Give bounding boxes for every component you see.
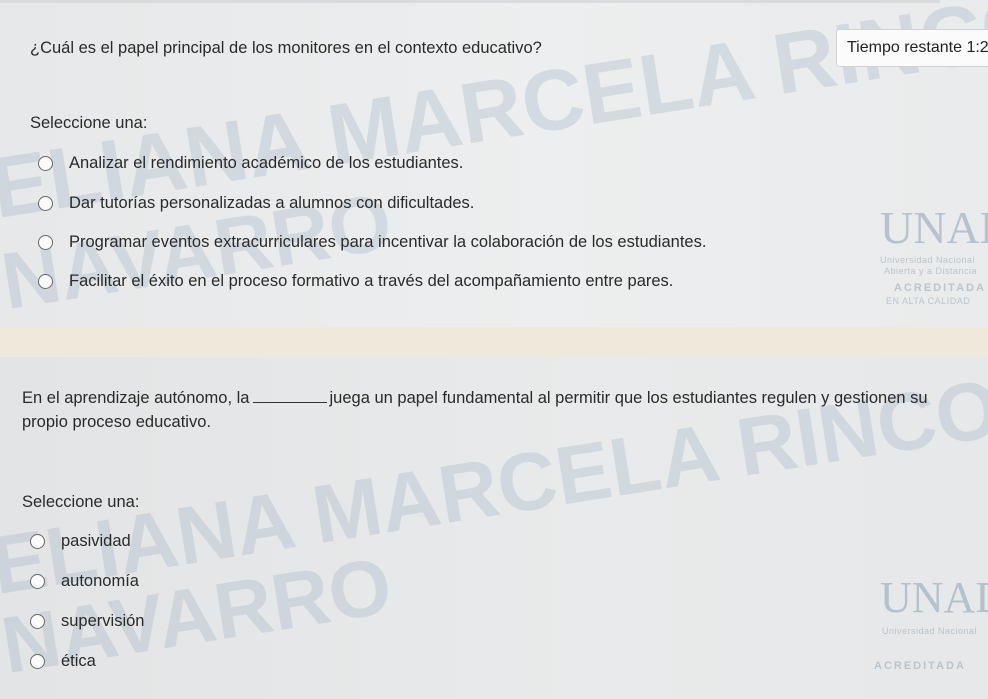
option-label: supervisión bbox=[61, 612, 145, 630]
radio-button[interactable] bbox=[30, 534, 45, 549]
question-2-option-4[interactable]: ética bbox=[30, 652, 96, 671]
question-1-select-label: Seleccione una: bbox=[30, 114, 148, 132]
question-1-option-1[interactable]: Analizar el rendimiento académico de los… bbox=[38, 154, 463, 173]
option-label: autonomía bbox=[61, 572, 139, 590]
time-remaining-badge: Tiempo restante 1:2 bbox=[836, 29, 988, 67]
radio-button[interactable] bbox=[30, 614, 45, 629]
quiz-page: ELIANA MARCELA RINCON NAVARRO ELIANA MAR… bbox=[0, 0, 988, 699]
fill-in-blank bbox=[252, 388, 327, 403]
option-label: ética bbox=[61, 652, 96, 670]
radio-button[interactable] bbox=[30, 654, 45, 669]
question-separator bbox=[0, 327, 988, 357]
question-1-text: ¿Cuál es el papel principal de los monit… bbox=[30, 39, 542, 57]
option-label: Dar tutorías personalizadas a alumnos co… bbox=[69, 194, 475, 212]
radio-button[interactable] bbox=[38, 156, 53, 171]
question-2-option-2[interactable]: autonomía bbox=[30, 572, 139, 591]
question-2-option-3[interactable]: supervisión bbox=[30, 612, 144, 631]
question-2-text-before: En el aprendizaje autónomo, la bbox=[22, 389, 250, 407]
time-remaining-label: Tiempo restante 1:2 bbox=[847, 39, 988, 56]
option-label: pasividad bbox=[61, 532, 131, 550]
question-2-text-line2: propio proceso educativo. bbox=[22, 413, 211, 431]
question-2-select-label: Seleccione una: bbox=[22, 493, 140, 511]
radio-button[interactable] bbox=[38, 196, 53, 211]
radio-button[interactable] bbox=[30, 574, 45, 589]
radio-button[interactable] bbox=[38, 274, 53, 289]
question-1-option-4[interactable]: Facilitar el éxito en el proceso formati… bbox=[38, 272, 673, 291]
question-1-option-3[interactable]: Programar eventos extracurriculares para… bbox=[38, 233, 706, 252]
option-label: Programar eventos extracurriculares para… bbox=[69, 233, 707, 251]
radio-button[interactable] bbox=[38, 235, 53, 250]
question-2-option-1[interactable]: pasividad bbox=[30, 532, 131, 551]
question-2-text: En el aprendizaje autónomo, la juega un p… bbox=[22, 386, 982, 434]
top-divider bbox=[0, 0, 940, 3]
option-label: Facilitar el éxito en el proceso formati… bbox=[69, 272, 674, 290]
question-2-text-after: juega un papel fundamental al permitir q… bbox=[329, 389, 928, 407]
question-1-option-2[interactable]: Dar tutorías personalizadas a alumnos co… bbox=[38, 194, 474, 213]
option-label: Analizar el rendimiento académico de los… bbox=[69, 154, 464, 172]
